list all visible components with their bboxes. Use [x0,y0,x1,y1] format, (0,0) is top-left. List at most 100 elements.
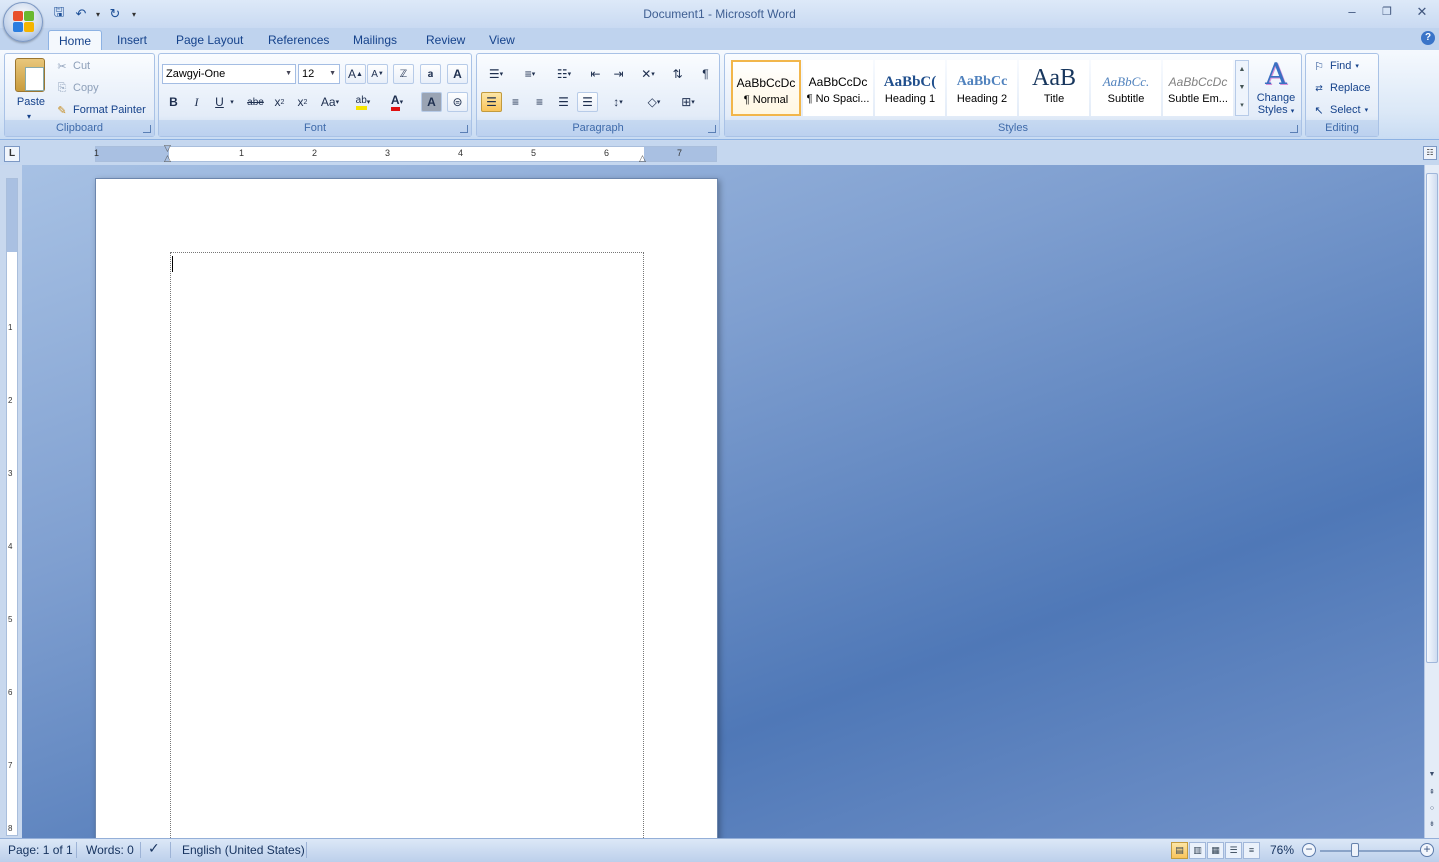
proofing-icon[interactable]: ✓ [148,840,160,857]
right-indent-icon[interactable]: △ [639,153,646,164]
borders-icon[interactable]: ⊞ ▾ [673,92,703,112]
draft-icon[interactable]: ≡ [1243,842,1260,859]
zoom-in-icon[interactable]: + [1420,843,1434,857]
style-subtle-emphasis[interactable]: AaBbCcDc Subtle Em... [1163,60,1233,116]
style-heading-1[interactable]: AaBbC( Heading 1 [875,60,945,116]
page-count[interactable]: Page: 1 of 1 [8,843,73,857]
font-size-combo[interactable]: 12 ▼ [298,64,340,84]
scroll-down-icon[interactable]: ▼ [1236,79,1248,97]
change-case-button[interactable]: Aa ▾ [317,92,343,112]
format-painter-button[interactable]: ✎ Format Painter [55,100,145,120]
line-spacing-icon[interactable]: ↕ ▾ [603,92,633,112]
full-screen-reading-icon[interactable]: ▥ [1189,842,1206,859]
vertical-scrollbar[interactable]: ▼ ⇞ ○ ⇟ [1424,165,1439,838]
ruler-number: 4 [458,148,464,158]
previous-page-icon[interactable]: ⇞ [1426,787,1438,799]
replace-button[interactable]: ⇄ Replace [1312,78,1370,98]
font-name-combo[interactable]: Zawgyi-One ▼ [162,64,296,84]
shrink-font-button[interactable]: A ▼ [367,64,388,84]
bold-button[interactable]: B [163,92,184,112]
tab-review[interactable]: Review [416,30,475,50]
view-ruler-icon[interactable]: ☷ [1423,146,1437,160]
grow-font-button[interactable]: A ▲ [345,64,366,84]
zoom-slider-thumb[interactable] [1351,843,1359,857]
asian-layout-icon[interactable]: ✕ ▾ [633,64,663,84]
tab-selector[interactable]: L [4,146,20,162]
text-highlight-icon[interactable]: ab ▾ [349,92,377,112]
bullets-icon[interactable]: ☰ ▾ [481,64,511,84]
ruler-number: 7 [677,148,683,158]
align-center-icon[interactable]: ≡ [505,92,526,112]
office-button[interactable] [3,2,43,42]
paragraph-launcher-icon[interactable] [708,125,716,133]
zoom-slider[interactable] [1320,850,1420,852]
character-border-icon[interactable]: A [447,64,468,84]
minimize-icon[interactable]: – [1335,2,1369,22]
show-formatting-marks-icon[interactable]: ¶ [695,64,716,84]
tab-references[interactable]: References [258,30,339,50]
subscript-icon[interactable]: x2 [269,92,290,112]
style-title[interactable]: AaB Title [1019,60,1089,116]
style-no-spacing[interactable]: AaBbCcDc ¶ No Spaci... [803,60,873,116]
web-layout-icon[interactable]: ▦ [1207,842,1224,859]
chevron-down-icon: ▼ [329,70,336,77]
close-icon[interactable]: ✕ [1405,2,1439,22]
more-styles-icon[interactable]: ▾ [1236,97,1248,115]
zoom-out-icon[interactable]: − [1302,843,1316,857]
multilevel-list-icon[interactable]: ☷ ▾ [549,64,579,84]
distributed-icon[interactable]: ☰ [577,92,598,112]
select-button[interactable]: ↖ Select ▾ [1312,100,1368,120]
tab-insert[interactable]: Insert [107,30,157,50]
align-right-icon[interactable]: ≡ [529,92,550,112]
increase-indent-icon[interactable]: ⇥ [608,64,629,84]
shading-icon[interactable]: ◇ ▾ [639,92,669,112]
change-styles-button[interactable]: A Change Styles ▾ [1253,58,1299,120]
decrease-indent-icon[interactable]: ⇤ [585,64,606,84]
italic-button[interactable]: I [186,92,207,112]
align-left-icon[interactable]: ☰ [481,92,502,112]
hanging-indent-icon[interactable]: △ [164,153,171,164]
scrollbar-thumb[interactable] [1426,173,1438,663]
strikethrough-button[interactable]: abe [245,92,266,112]
underline-dropdown-icon[interactable]: ▾ [227,92,237,112]
cut-button[interactable]: ✂ Cut [55,56,90,76]
word-count[interactable]: Words: 0 [86,843,134,857]
tab-view[interactable]: View [479,30,525,50]
restore-icon[interactable]: ❐ [1370,2,1404,22]
tab-home[interactable]: Home [48,30,103,50]
zoom-level[interactable]: 76% [1270,843,1294,857]
paste-icon[interactable] [15,58,45,92]
text-boundary[interactable] [170,252,644,838]
scroll-up-icon[interactable]: ▲ [1236,61,1248,79]
clipboard-launcher-icon[interactable] [143,125,151,133]
clear-formatting-icon[interactable]: ℤ [393,64,414,84]
document-page[interactable] [95,178,718,838]
next-page-icon[interactable]: ⇟ [1426,819,1438,831]
style-normal[interactable]: AaBbCcDc ¶ Normal [731,60,801,116]
font-launcher-icon[interactable] [460,125,468,133]
tab-mailings[interactable]: Mailings [343,30,407,50]
outline-icon[interactable]: ☰ [1225,842,1242,859]
font-color-icon[interactable]: A ▾ [383,92,411,112]
sort-icon[interactable]: ⇅ [667,64,688,84]
style-heading-2[interactable]: AaBbCc Heading 2 [947,60,1017,116]
vertical-ruler[interactable]: 1 2 3 4 5 6 7 8 [6,178,18,836]
styles-gallery-scroll[interactable]: ▲ ▼ ▾ [1235,60,1249,116]
numbering-icon[interactable]: ≡ ▾ [515,64,545,84]
tab-page-layout[interactable]: Page Layout [166,30,253,50]
styles-launcher-icon[interactable] [1290,125,1298,133]
scroll-down-icon[interactable]: ▼ [1426,769,1438,781]
phonetic-guide-icon[interactable]: 𝐚 [420,64,441,84]
language-indicator[interactable]: English (United States) [182,843,305,857]
select-browse-object-icon[interactable]: ○ [1426,803,1438,815]
copy-button[interactable]: ⎘ Copy [55,78,99,98]
style-subtitle[interactable]: AaBbCc. Subtitle [1091,60,1161,116]
horizontal-ruler[interactable]: 1 1 2 3 4 5 6 7 ▽ △ △ [94,143,717,164]
print-layout-icon[interactable]: ▤ [1171,842,1188,859]
character-shading-icon[interactable]: A [421,92,442,112]
enclose-characters-icon[interactable]: ⊜ [447,92,468,112]
superscript-icon[interactable]: x2 [292,92,313,112]
justify-icon[interactable]: ☰ [553,92,574,112]
help-icon[interactable]: ? [1421,31,1435,45]
find-button[interactable]: ⚐ Find ▾ [1312,56,1359,76]
